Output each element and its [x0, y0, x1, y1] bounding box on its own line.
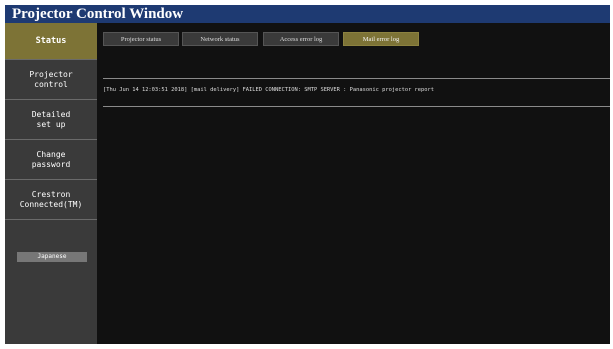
sidebar-item-change-password[interactable]: Change password	[5, 140, 97, 179]
language-button[interactable]: Japanese	[17, 252, 87, 262]
sidebar: Status Projector control Detailed set up…	[5, 23, 97, 344]
log-entry: [Thu Jun 14 12:03:51 2018] [mail deliver…	[103, 87, 435, 93]
sidebar-item-crestron-connected[interactable]: Crestron Connected(TM)	[5, 180, 97, 219]
log-bottom-rule	[103, 106, 610, 107]
sidebar-divider	[5, 219, 97, 220]
sidebar-item-projector-control[interactable]: Projector control	[5, 60, 97, 99]
projector-control-window: Projector Control Window Status Projecto…	[5, 5, 610, 344]
tab-network-status[interactable]: Network status	[182, 32, 258, 46]
sidebar-item-detailed-set-up[interactable]: Detailed set up	[5, 100, 97, 139]
log-top-rule	[103, 78, 610, 79]
main-content: Projector status Network status Access e…	[97, 23, 610, 344]
sidebar-item-status[interactable]: Status	[5, 23, 97, 59]
tab-projector-status[interactable]: Projector status	[103, 32, 179, 46]
tab-mail-error-log[interactable]: Mail error log	[343, 32, 419, 46]
tab-access-error-log[interactable]: Access error log	[263, 32, 339, 46]
window-title: Projector Control Window	[5, 5, 610, 23]
